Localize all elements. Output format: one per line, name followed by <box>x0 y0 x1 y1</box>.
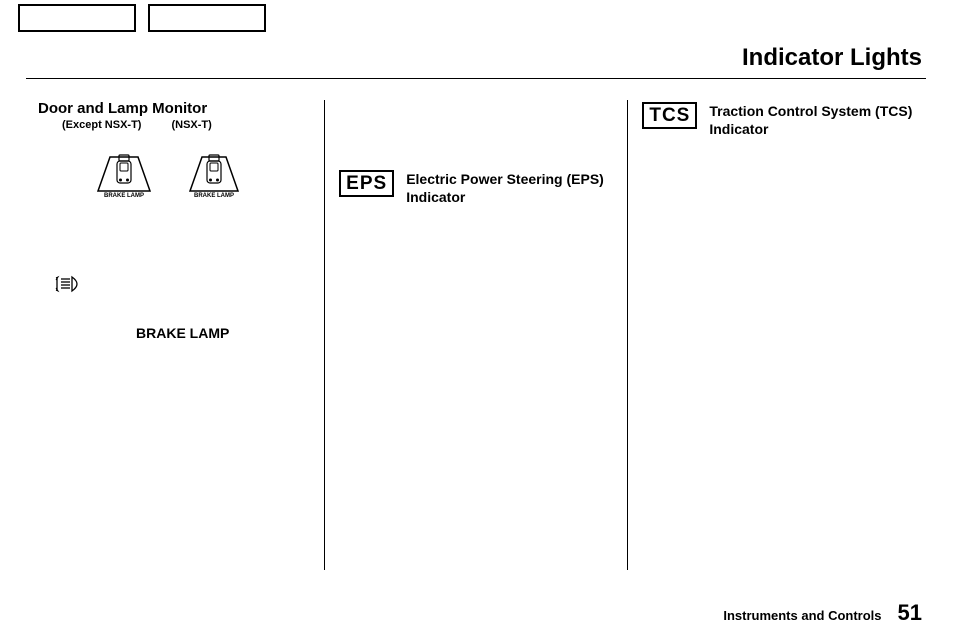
high-beam-icon <box>54 275 84 298</box>
column-3: TCS Traction Control System (TCS) Indica… <box>632 100 926 570</box>
nav-box-1[interactable] <box>18 4 136 32</box>
subtitle-except-nsxt: (Except NSX-T) <box>62 119 141 131</box>
eps-badge-icon: EPS <box>339 170 394 197</box>
svg-text:BRAKE LAMP: BRAKE LAMP <box>104 193 144 199</box>
page-title: Indicator Lights <box>742 44 922 72</box>
brake-lamp-label: BRAKE LAMP <box>136 325 229 341</box>
eps-indicator-desc: Electric Power Steering (EPS) Indicator <box>406 170 623 206</box>
brake-lamp-icon-nsxt: BRAKE LAMP <box>180 151 248 201</box>
content-area: Door and Lamp Monitor (Except NSX-T) (NS… <box>26 100 926 570</box>
subtitle-nsxt: (NSX-T) <box>171 119 211 131</box>
tcs-indicator-desc: Traction Control System (TCS) Indicator <box>709 102 926 138</box>
svg-text:BRAKE LAMP: BRAKE LAMP <box>194 193 234 199</box>
column-1: Door and Lamp Monitor (Except NSX-T) (NS… <box>26 100 320 570</box>
page-footer: Instruments and Controls 51 <box>723 600 922 626</box>
column-divider-1 <box>324 100 326 570</box>
tcs-badge-icon: TCS <box>642 102 697 129</box>
footer-section-label: Instruments and Controls <box>723 608 881 623</box>
brake-lamp-icon-except-nsxt: BRAKE LAMP <box>90 151 158 201</box>
eps-indicator-row: EPS Electric Power Steering (EPS) Indica… <box>339 170 623 206</box>
brake-lamp-icons-row: BRAKE LAMP BRAKE LAMP <box>90 151 320 201</box>
header-divider <box>26 78 926 79</box>
tcs-indicator-row: TCS Traction Control System (TCS) Indica… <box>642 102 926 138</box>
door-lamp-monitor-title: Door and Lamp Monitor <box>38 100 320 117</box>
column-2: EPS Electric Power Steering (EPS) Indica… <box>329 100 623 570</box>
nav-box-2[interactable] <box>148 4 266 32</box>
subtitles-row: (Except NSX-T) (NSX-T) <box>62 119 320 131</box>
column-divider-2 <box>627 100 629 570</box>
page-number: 51 <box>898 600 922 626</box>
top-nav-boxes <box>18 4 266 32</box>
